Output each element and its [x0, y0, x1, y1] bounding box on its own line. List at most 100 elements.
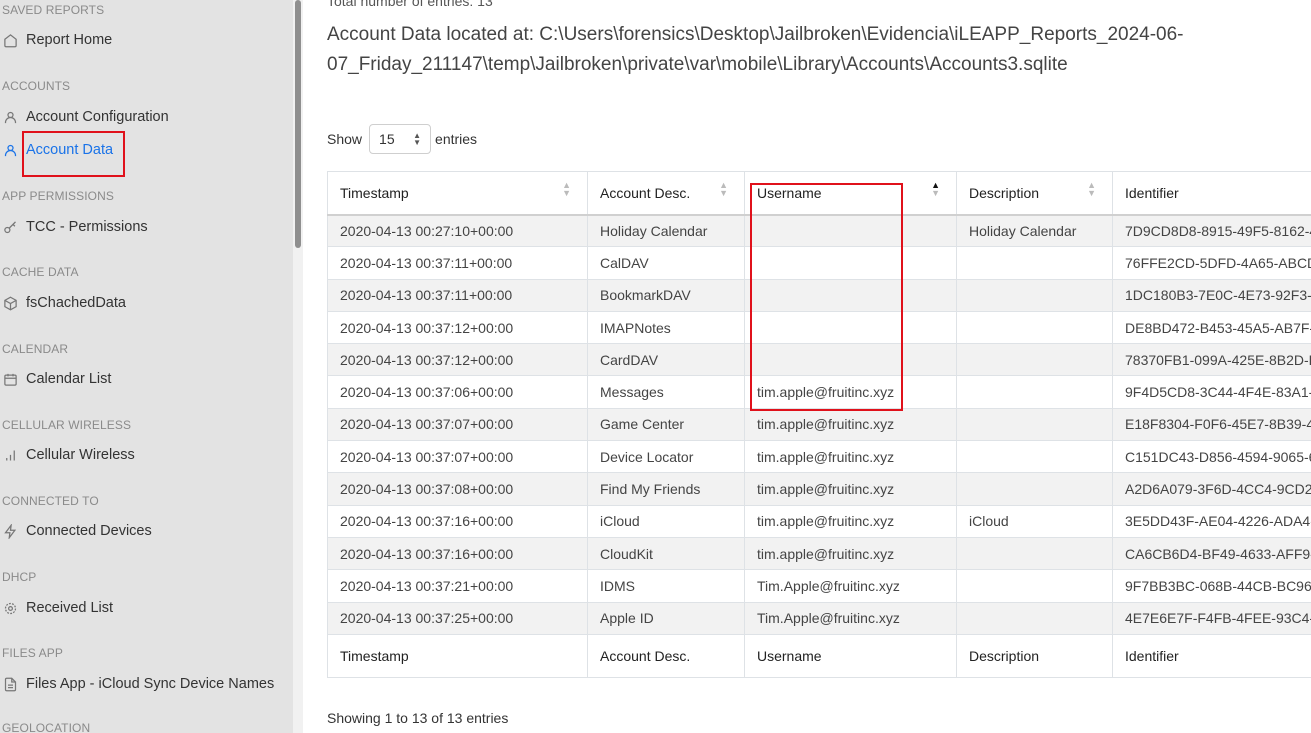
table-cell: DE8BD472-B453-45A5-AB7F-9: [1112, 310, 1311, 345]
zap-icon: [2, 523, 18, 539]
column-header-identifier[interactable]: Identifier: [1112, 171, 1311, 216]
table-cell: Tim.Apple@fruitinc.xyz: [744, 601, 957, 635]
calendar-icon: [2, 371, 18, 387]
table-row: 2020-04-13 00:37:08+00:00 Find My Friends…: [327, 472, 1311, 506]
table-cell: [956, 343, 1113, 377]
location-text: Account Data located at: C:\Users\forens…: [327, 24, 1184, 75]
table-cell: IMAPNotes: [587, 310, 745, 345]
table-cell: 2020-04-13 00:37:16+00:00: [327, 504, 588, 538]
table-row: 2020-04-13 00:37:25+00:00 Apple ID Tim.App…: [327, 601, 1311, 635]
table-cell: IDMS: [587, 569, 745, 603]
table-cell: tim.apple@fruitinc.xyz: [744, 504, 957, 538]
table-cell: Game Center: [587, 407, 745, 442]
table-cell: 2020-04-13 00:37:08+00:00: [327, 472, 588, 506]
entries-select-value: 15: [379, 131, 395, 147]
account-data-table: Timestamp ▲ ▼ Account Desc. ▲ ▼ Username ▲ ▼ Desc…: [327, 171, 1311, 678]
entries-select[interactable]: 15 ▲ ▼: [369, 124, 432, 154]
home-icon: [2, 32, 18, 48]
table-row: 2020-04-13 00:37:07+00:00 Game Center tim.…: [327, 407, 1311, 442]
sidebar-item-cellular-wireless[interactable]: Cellular Wireless: [2, 444, 135, 466]
table-row: 2020-04-13 00:37:16+00:00 CloudKit tim.app…: [327, 536, 1311, 571]
sidebar-scrollbar[interactable]: [293, 0, 303, 733]
sidebar-section-heading: ACCOUNTS: [2, 79, 71, 93]
table-cell: tim.apple@fruitinc.xyz: [744, 440, 957, 474]
sort-icon: ▲ ▼: [931, 180, 940, 198]
sidebar-item-calendar-list[interactable]: Calendar List: [2, 368, 111, 390]
file-icon: [2, 676, 18, 692]
table-cell: 2020-04-13 00:37:11+00:00: [327, 278, 588, 312]
table-row: 2020-04-13 00:37:12+00:00 IMAPNotes DE8BD4…: [327, 310, 1311, 345]
table-cell: [956, 375, 1113, 409]
table-cell: Apple ID: [587, 601, 745, 635]
column-header-account-desc-[interactable]: Account Desc. ▲ ▼: [587, 171, 745, 216]
scrollbar-thumb[interactable]: [295, 0, 301, 248]
sidebar-item-fschacheddata[interactable]: fsChachedData: [2, 292, 126, 314]
table-info-text: Showing 1 to 13 of 13 entries: [327, 710, 509, 726]
table-cell: 76FFE2CD-5DFD-4A65-ABCD-: [1112, 246, 1311, 280]
column-header-username[interactable]: Username ▲ ▼: [744, 171, 957, 216]
sidebar-item-label: Account Configuration: [26, 109, 169, 125]
sidebar-item-label: fsChachedData: [26, 295, 126, 311]
table-footer-row: Timestamp Account Desc. Username Descriptio…: [327, 633, 1311, 678]
entries-label: entries: [435, 131, 478, 147]
sidebar-section-heading: GEOLOCATION: [2, 721, 91, 733]
column-footer-label: Description: [956, 633, 1113, 678]
table-cell: 2020-04-13 00:37:06+00:00: [327, 375, 588, 409]
sidebar-item-received-list[interactable]: Received List: [2, 597, 113, 619]
table-cell: [956, 246, 1113, 280]
table-row: 2020-04-13 00:37:11+00:00 BookmarkDAV 1DC1…: [327, 278, 1311, 312]
sidebar-item-account-configuration[interactable]: Account Configuration: [2, 106, 169, 128]
sidebar-section-heading: SAVED REPORTS: [2, 3, 105, 17]
table-header-row: Timestamp ▲ ▼ Account Desc. ▲ ▼ Username ▲ ▼ Desc…: [327, 171, 1311, 216]
table-cell: [744, 310, 957, 345]
column-header-label: Account Desc.: [600, 184, 691, 201]
table-cell: iCloud: [956, 504, 1113, 538]
table-cell: 3E5DD43F-AE04-4226-ADA4-7: [1112, 504, 1311, 538]
table-cell: Holiday Calendar: [587, 213, 745, 248]
table-cell: [956, 601, 1113, 635]
table-cell: 2020-04-13 00:37:12+00:00: [327, 343, 588, 377]
table-cell: 78370FB1-099A-425E-8B2D-E: [1112, 343, 1311, 377]
table-cell: CalDAV: [587, 246, 745, 280]
table-cell: Find My Friends: [587, 472, 745, 506]
main-content: Total number of entries: 13 Account Data…: [303, 0, 1311, 733]
table-cell: Tim.Apple@fruitinc.xyz: [744, 569, 957, 603]
table-row: 2020-04-13 00:37:07+00:00 Device Locator t…: [327, 440, 1311, 474]
table-cell: [956, 569, 1113, 603]
table-cell: 2020-04-13 00:37:11+00:00: [327, 246, 588, 280]
table-cell: 2020-04-13 00:37:07+00:00: [327, 407, 588, 442]
table-cell: Holiday Calendar: [956, 213, 1113, 248]
active-item-highlight-box: [22, 131, 125, 177]
sidebar-item-label: Connected Devices: [26, 523, 152, 539]
user-icon: [2, 142, 18, 158]
table-cell: [956, 278, 1113, 312]
bar-chart-icon: [2, 447, 18, 463]
sidebar-item-tcc-permissions[interactable]: TCC - Permissions: [2, 216, 148, 238]
box-icon: [2, 295, 18, 311]
sidebar-item-connected-devices[interactable]: Connected Devices: [2, 520, 152, 542]
sidebar-item-files-app-icloud-sync-device-names[interactable]: Files App - iCloud Sync Device Names: [2, 673, 274, 695]
table-cell: C151DC43-D856-4594-9065-6: [1112, 440, 1311, 474]
sidebar-item-label: Files App - iCloud Sync Device Names: [26, 676, 275, 692]
table-cell: 2020-04-13 00:37:16+00:00: [327, 536, 588, 571]
column-header-timestamp[interactable]: Timestamp ▲ ▼: [327, 171, 588, 216]
column-header-description[interactable]: Description ▲ ▼: [956, 171, 1113, 216]
sidebar-item-label: TCC - Permissions: [26, 219, 148, 235]
table-cell: [744, 246, 957, 280]
table-cell: iCloud: [587, 504, 745, 538]
total-entries-text: Total number of entries: 13: [327, 0, 493, 9]
sidebar-section-heading: APP PERMISSIONS: [2, 189, 114, 203]
table-row: 2020-04-13 00:37:11+00:00 CalDAV 76FFE2CD-…: [327, 246, 1311, 280]
sidebar-item-label: Calendar List: [26, 371, 112, 387]
table-cell: 4E7E6E7F-F4FB-4FEE-93C4-2: [1112, 601, 1311, 635]
table-cell: tim.apple@fruitinc.xyz: [744, 375, 957, 409]
settings-icon: [2, 600, 18, 616]
sort-icon: ▲ ▼: [562, 180, 571, 198]
table-cell: [956, 440, 1113, 474]
table-cell: Device Locator: [587, 440, 745, 474]
table-cell: A2D6A079-3F6D-4CC4-9CD2-: [1112, 472, 1311, 506]
table-cell: tim.apple@fruitinc.xyz: [744, 472, 957, 506]
sidebar-item-report-home[interactable]: Report Home: [2, 29, 112, 51]
sort-icon: ▲ ▼: [719, 180, 728, 198]
table-cell: 9F4D5CD8-3C44-4F4E-83A1-A: [1112, 375, 1311, 409]
